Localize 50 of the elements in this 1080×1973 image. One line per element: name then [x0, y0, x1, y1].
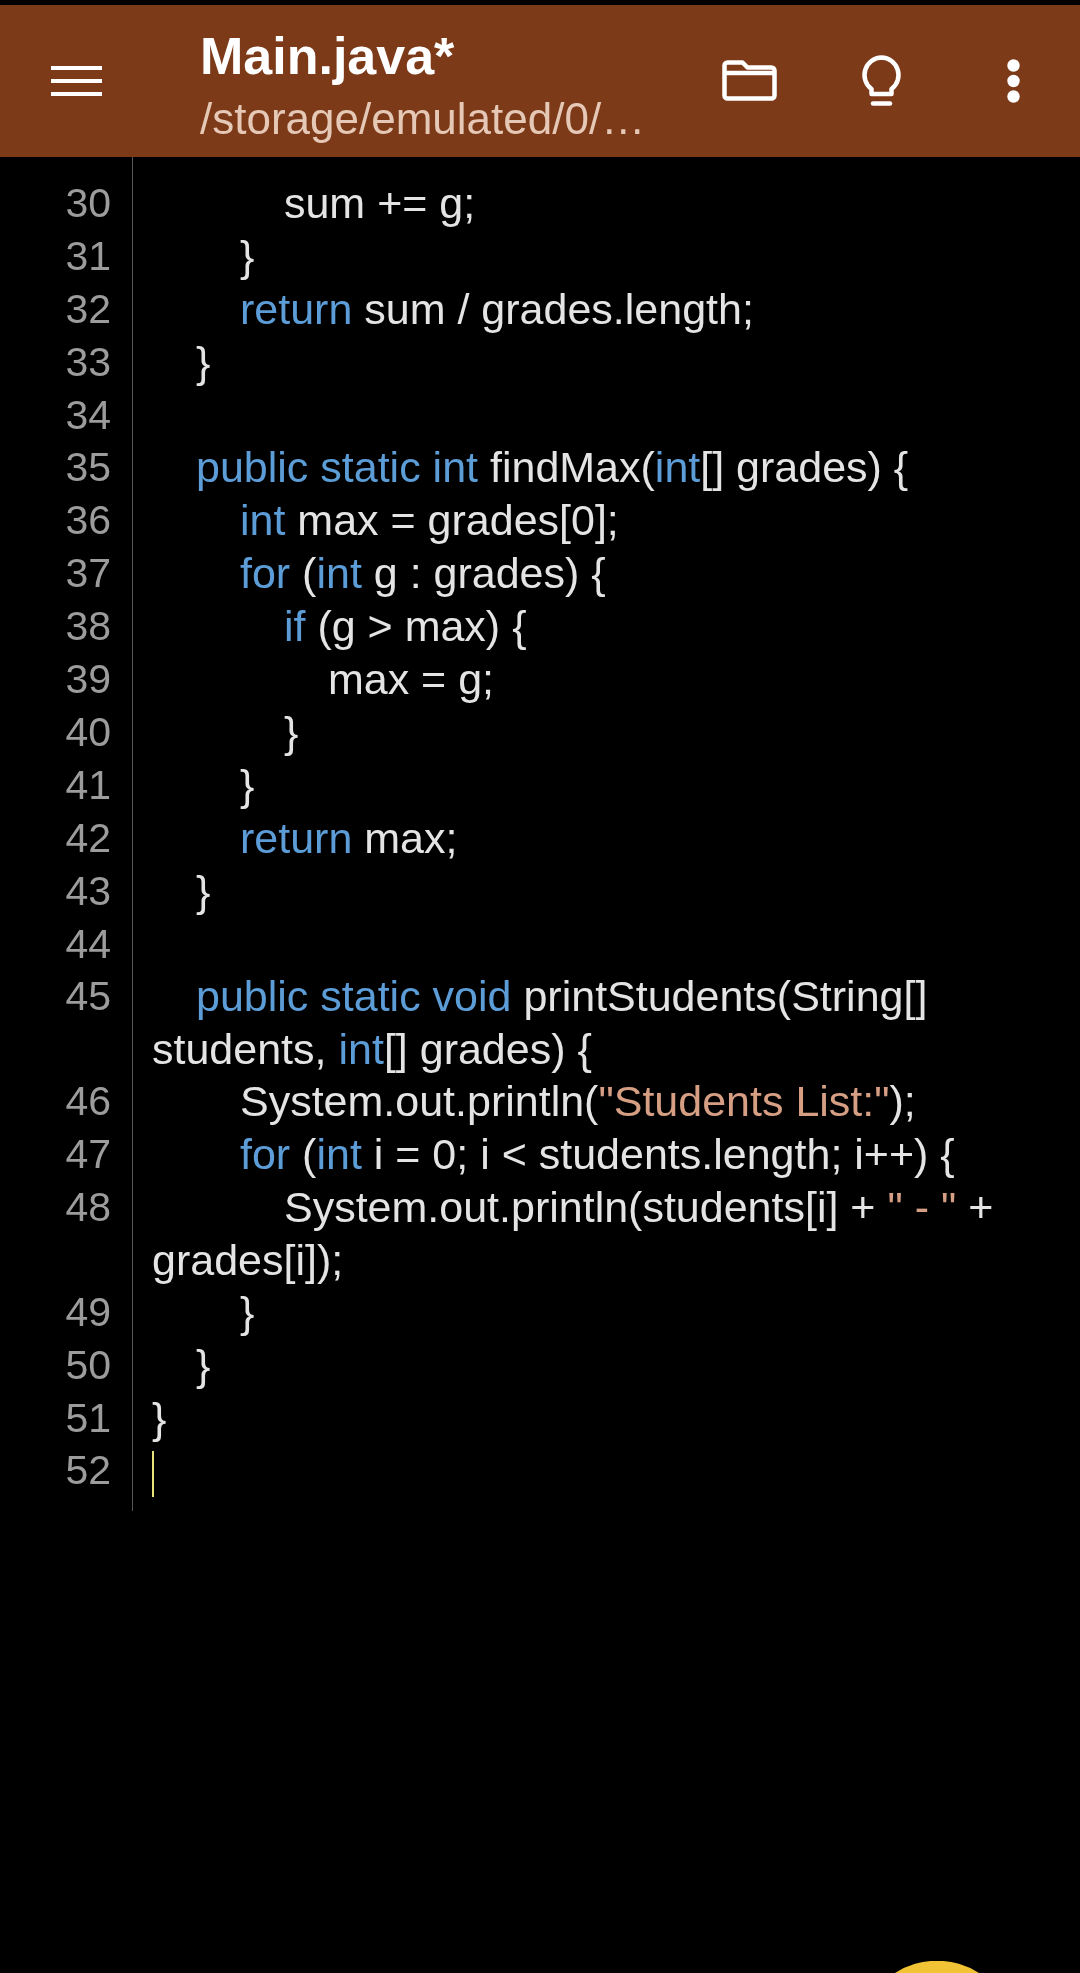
code-line: }	[238, 232, 255, 280]
more-options-icon[interactable]	[1007, 59, 1020, 103]
line-number: 48	[65, 1184, 111, 1230]
line-number: 43	[65, 868, 111, 914]
code-line: public static int findMax(int[] grades) {	[195, 443, 909, 491]
menu-icon[interactable]	[51, 66, 102, 96]
line-number: 50	[65, 1342, 111, 1388]
line-number: 34	[65, 392, 111, 438]
lightbulb-icon[interactable]	[861, 55, 902, 107]
code-line: }	[195, 867, 211, 915]
line-number: 45	[65, 973, 111, 1019]
folder-icon[interactable]	[722, 60, 777, 102]
line-number: 33	[65, 339, 111, 385]
line-number: 47	[65, 1131, 111, 1177]
line-number: 35	[65, 444, 111, 490]
line-number: 30	[65, 180, 111, 226]
line-number: 32	[65, 286, 111, 332]
line-number: 44	[65, 921, 111, 967]
code-line: if (g > max) {	[282, 602, 527, 650]
line-number: 37	[65, 550, 111, 596]
line-number: 46	[65, 1078, 111, 1124]
code-line: }	[238, 761, 255, 809]
code-line: for (int g : grades) {	[238, 549, 606, 597]
line-number: 41	[65, 762, 111, 808]
line-number: 40	[65, 709, 111, 755]
code-line: }	[238, 1288, 255, 1336]
code-line: }	[152, 1394, 167, 1442]
line-number: 52	[65, 1447, 111, 1493]
line-number: 31	[65, 233, 111, 279]
code-line: System.out.println("Students List:");	[238, 1077, 916, 1125]
file-path: /storage/emulated/0/…	[200, 95, 646, 143]
line-number: 51	[65, 1395, 111, 1441]
line-number: 38	[65, 603, 111, 649]
code-line: }	[195, 1341, 211, 1389]
code-line: max = g;	[326, 655, 495, 703]
line-number: 49	[65, 1289, 111, 1335]
file-title: Main.java*	[200, 26, 455, 86]
code-line: System.out.println(students[i] + " - " + grades[i]);	[152, 1183, 995, 1284]
code-line: return max;	[238, 814, 458, 862]
code-line: }	[195, 338, 211, 386]
code-line: for (int i = 0; i < students.length; i++) {	[238, 1130, 955, 1178]
code-line: return sum / grades.length;	[238, 285, 754, 333]
line-number: 39	[65, 656, 111, 702]
floating-action-button[interactable]	[895, 1961, 979, 1973]
code-line: }	[282, 708, 299, 756]
code-line: sum += g;	[282, 179, 476, 227]
line-number: 42	[65, 815, 111, 861]
code-line: public static void printStudents(String[] students, int[] grades) {	[152, 972, 929, 1073]
line-number: 36	[65, 497, 111, 543]
code-line: int max = grades[0];	[238, 496, 619, 544]
